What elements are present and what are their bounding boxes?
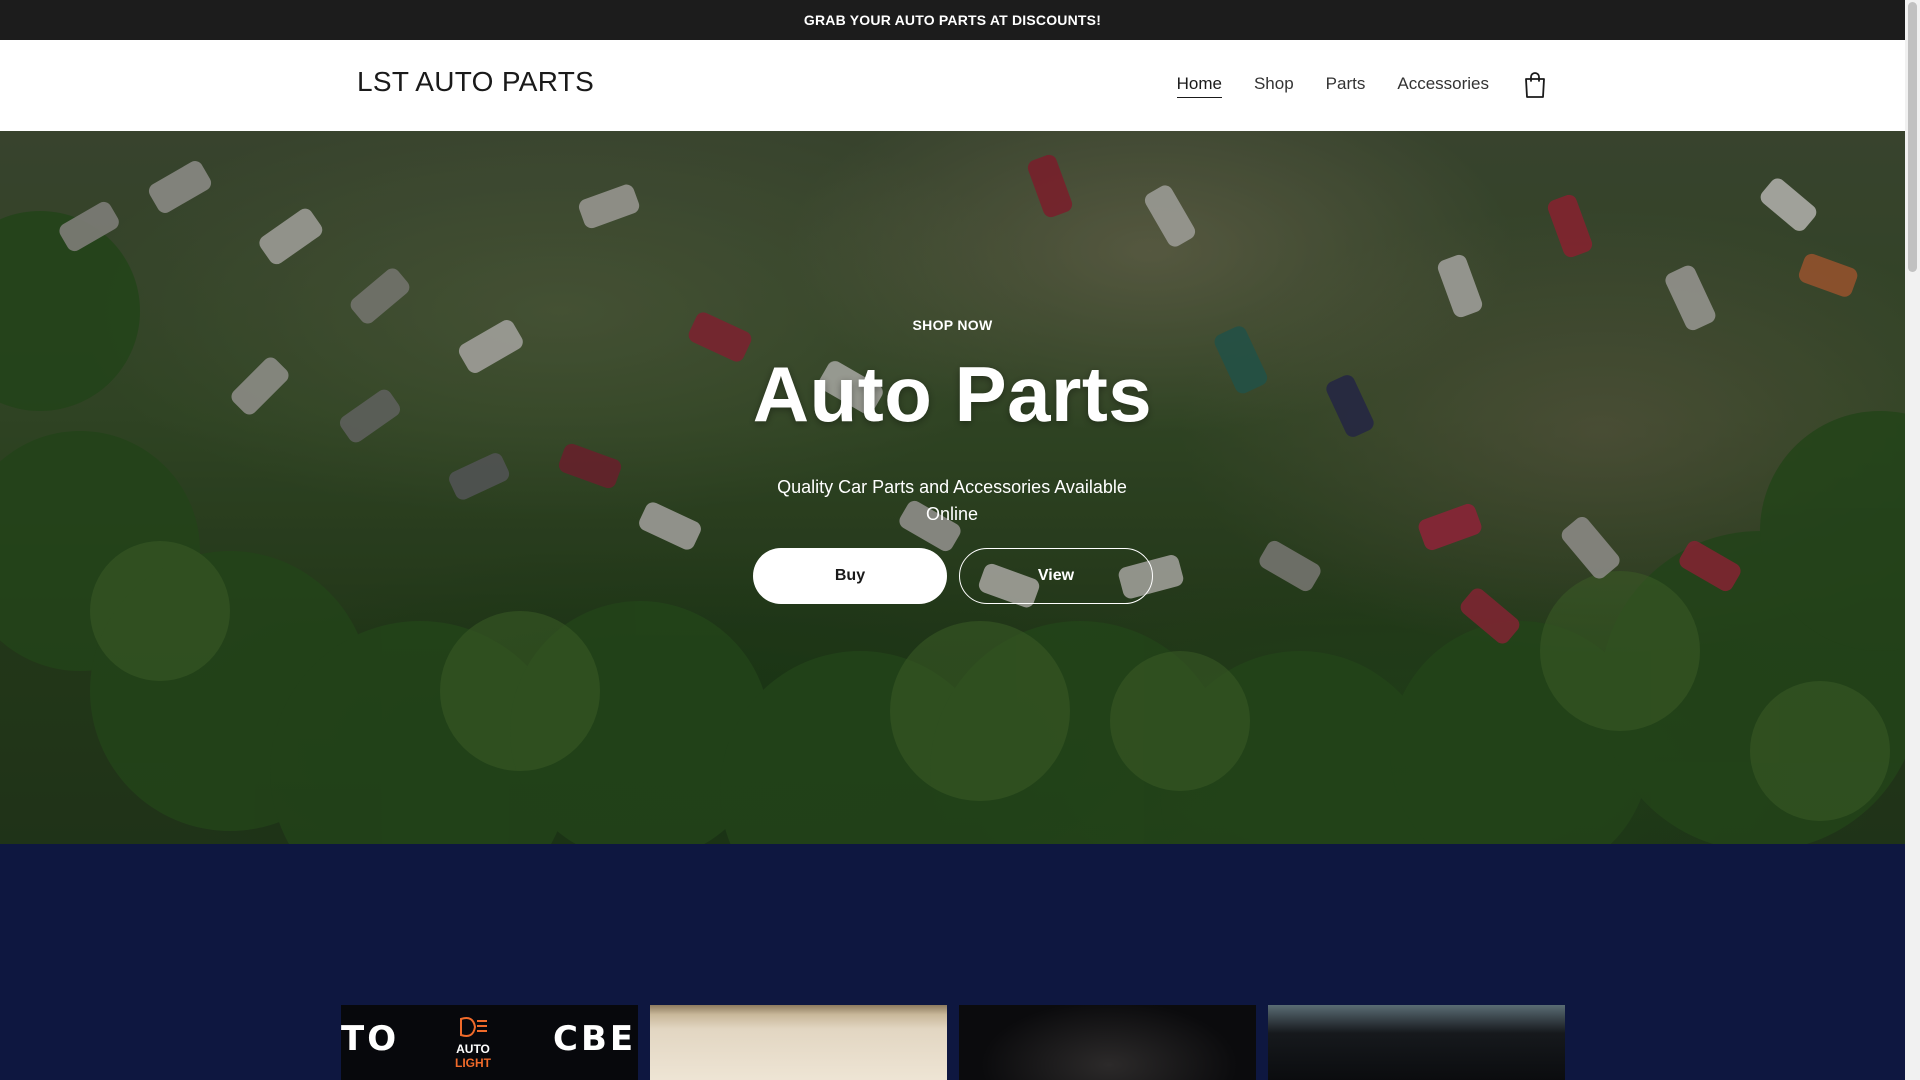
headlight-icon xyxy=(460,1017,487,1037)
hero-eyebrow: SHOP NOW xyxy=(912,317,993,333)
logo-text-auto: AUTO xyxy=(456,1042,490,1056)
hero-title: Auto Parts xyxy=(752,350,1153,438)
hero-section: SHOP NOW Auto Parts Quality Car Parts an… xyxy=(0,131,1905,844)
hero-content: SHOP NOW Auto Parts Quality Car Parts an… xyxy=(0,131,1905,844)
page-scrollbar[interactable] xyxy=(1905,0,1920,1080)
buy-button[interactable]: Buy xyxy=(753,548,947,604)
scrollbar-thumb[interactable] xyxy=(1908,2,1917,272)
hero-subtitle: Quality Car Parts and Accessories Availa… xyxy=(777,477,1127,524)
logo-text-light: LIGHT xyxy=(455,1056,491,1070)
shopping-bag-icon[interactable] xyxy=(1523,71,1547,99)
site-logo[interactable]: LST AUTO PARTS xyxy=(357,66,594,98)
nav-home[interactable]: Home xyxy=(1176,74,1222,98)
storefront-sign-left: TO xyxy=(341,1019,400,1059)
featured-image-3[interactable] xyxy=(959,1005,1256,1080)
auto-light-logo: AUTO LIGHT xyxy=(451,1015,495,1077)
announcement-text: GRAB YOUR AUTO PARTS AT DISCOUNTS! xyxy=(803,12,1102,28)
main-nav: Home Shop Parts Accessories xyxy=(1176,40,1489,131)
nav-shop[interactable]: Shop xyxy=(1254,74,1294,97)
storefront-sign-right: CBE xyxy=(553,1019,637,1059)
announcement-bar: GRAB YOUR AUTO PARTS AT DISCOUNTS! xyxy=(0,0,1905,40)
site-header: LST AUTO PARTS Home Shop Parts Accessori… xyxy=(0,40,1905,131)
featured-image-4[interactable] xyxy=(1268,1005,1565,1080)
featured-image-2[interactable] xyxy=(650,1005,947,1080)
view-button[interactable]: View xyxy=(959,548,1153,604)
nav-parts[interactable]: Parts xyxy=(1326,74,1366,97)
nav-accessories[interactable]: Accessories xyxy=(1397,74,1489,97)
featured-image-1[interactable]: TO AUTO LIGHT CBE xyxy=(341,1005,638,1080)
featured-section: TO AUTO LIGHT CBE xyxy=(0,844,1905,1080)
page: GRAB YOUR AUTO PARTS AT DISCOUNTS! LST A… xyxy=(0,0,1905,1080)
